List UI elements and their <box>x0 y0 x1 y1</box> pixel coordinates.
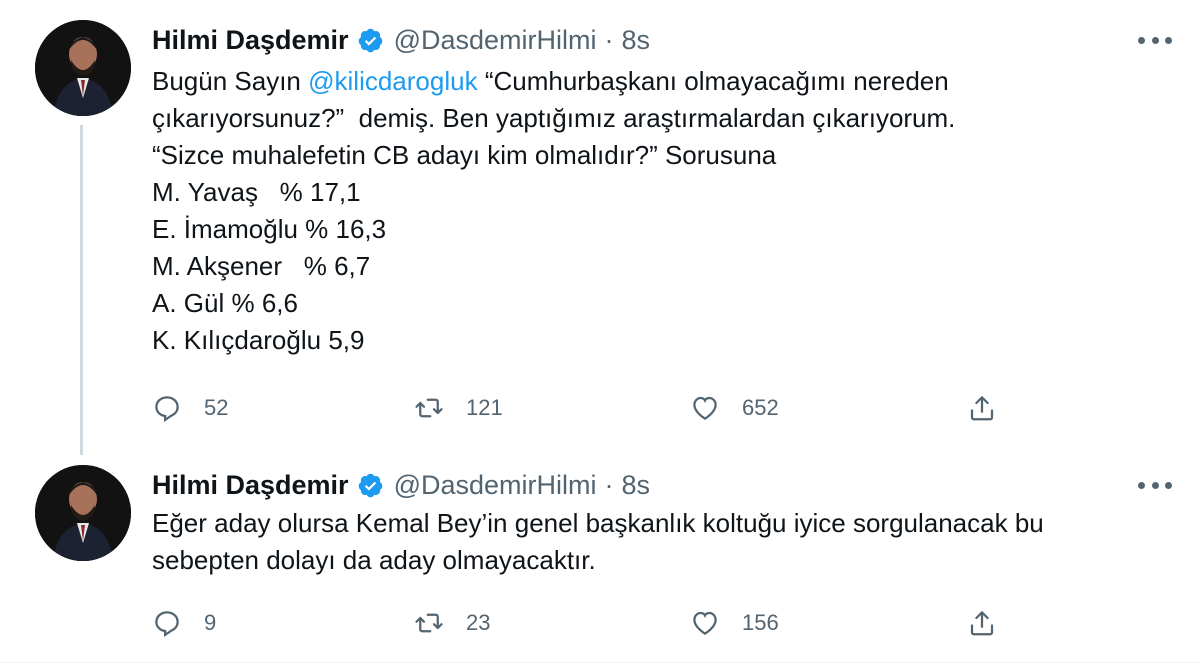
tweet-actions: 9 23 156 <box>152 603 1012 643</box>
separator-dot: · <box>604 24 614 55</box>
tweet-text-line-1-rest: “Cumhurbaşkanı olmayacağımı nereden <box>477 66 949 96</box>
reply-button[interactable]: 52 <box>152 388 228 428</box>
mention-link[interactable]: @kilicdarogluk <box>308 66 477 96</box>
share-button[interactable] <box>967 603 997 643</box>
thread-line <box>80 125 83 455</box>
tweet-text-line: E. İmamoğlu % 16,3 <box>152 214 387 244</box>
reply-icon <box>152 608 182 638</box>
like-count: 652 <box>742 395 779 420</box>
retweet-button[interactable]: 23 <box>414 603 490 643</box>
tweet-text-line: M. Akşener % 6,7 <box>152 251 371 281</box>
heart-icon <box>690 393 720 423</box>
retweet-icon <box>414 608 444 638</box>
tweet-text-prefix: Bugün Sayın <box>152 66 309 96</box>
timestamp[interactable]: 8s <box>622 470 651 501</box>
tweet-text: Eğer aday olursa Kemal Bey’in genel başk… <box>152 505 1044 579</box>
tweet-text-line: çıkarıyorsunuz?” demiş. Ben yaptığımız a… <box>152 103 956 133</box>
share-icon <box>967 608 997 638</box>
author-handle[interactable]: @DasdemirHilmi <box>394 25 597 56</box>
verified-badge-icon <box>357 472 384 499</box>
avatar[interactable] <box>35 20 131 116</box>
divider <box>0 662 1200 663</box>
tweet-text-line: “Sizce muhalefetin CB adayı kim olmalıdı… <box>152 140 777 170</box>
tweet-text-line: M. Yavaş % 17,1 <box>152 177 361 207</box>
share-icon <box>967 393 997 423</box>
separator-dot: · <box>604 469 614 500</box>
tweet[interactable]: Hilmi Daşdemir @DasdemirHilmi · 8s Bugün… <box>0 0 1200 455</box>
retweet-count: 23 <box>466 610 491 635</box>
tweet-text: Bugün Sayın @kilicdarogluk “Cumhurbaşkan… <box>152 63 955 359</box>
author-name[interactable]: Hilmi Daşdemir <box>152 25 349 56</box>
author-name[interactable]: Hilmi Daşdemir <box>152 470 349 501</box>
like-button[interactable]: 156 <box>690 603 779 643</box>
like-button[interactable]: 652 <box>690 388 779 428</box>
timestamp[interactable]: 8s <box>622 25 651 56</box>
retweet-count: 121 <box>466 395 503 420</box>
profile-photo-icon <box>35 20 131 116</box>
more-options-icon[interactable] <box>1138 473 1172 497</box>
verified-badge-icon <box>357 27 384 54</box>
retweet-button[interactable]: 121 <box>414 388 503 428</box>
tweet-text-line: sebepten dolayı da aday olmayacaktır. <box>152 545 596 575</box>
profile-photo-icon <box>35 465 131 561</box>
retweet-icon <box>414 393 444 423</box>
reply-count: 9 <box>204 610 217 635</box>
like-count: 156 <box>742 610 779 635</box>
reply-button[interactable]: 9 <box>152 603 216 643</box>
more-options-icon[interactable] <box>1138 28 1172 52</box>
tweet-header: Hilmi Daşdemir @DasdemirHilmi · 8s <box>152 467 650 503</box>
share-button[interactable] <box>967 388 997 428</box>
reply-icon <box>152 393 182 423</box>
tweet-text-line: A. Gül % 6,6 <box>152 288 298 318</box>
tweet-actions: 52 121 652 <box>152 388 1012 428</box>
avatar[interactable] <box>35 465 131 561</box>
tweet-header: Hilmi Daşdemir @DasdemirHilmi · 8s <box>152 22 650 58</box>
reply-count: 52 <box>204 395 229 420</box>
author-handle[interactable]: @DasdemirHilmi <box>394 470 597 501</box>
heart-icon <box>690 608 720 638</box>
tweet-text-line: K. Kılıçdaroğlu 5,9 <box>152 325 365 355</box>
tweet-text-line: Eğer aday olursa Kemal Bey’in genel başk… <box>152 508 1044 538</box>
